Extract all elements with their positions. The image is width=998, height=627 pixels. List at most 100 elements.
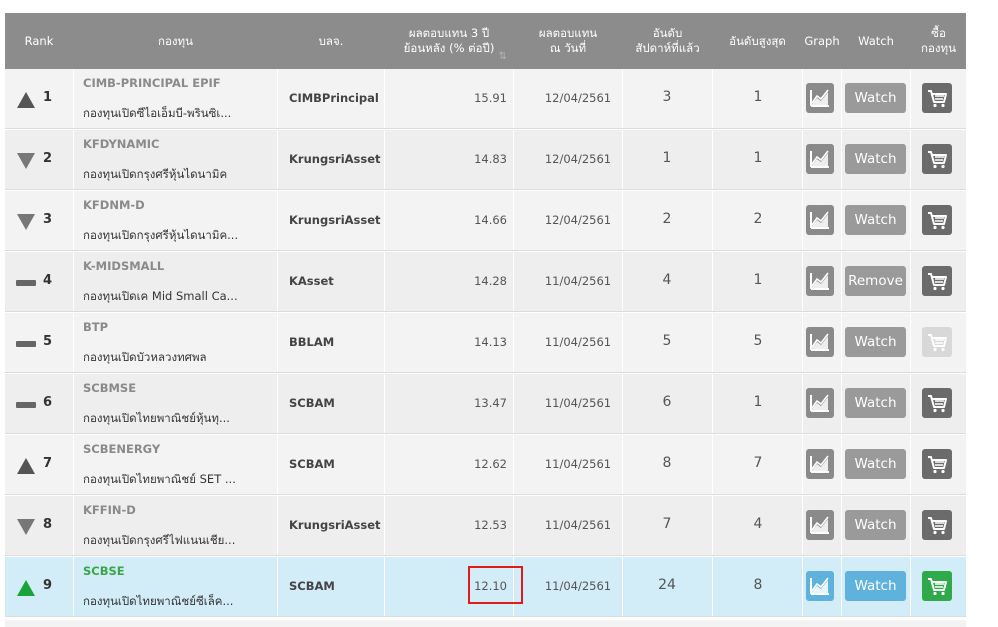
fund-code-link[interactable]: KFFIN-D [83, 503, 136, 517]
graph-button[interactable] [806, 266, 834, 296]
col-divider [277, 191, 278, 250]
shopping-cart-icon [928, 334, 947, 352]
watch-button[interactable]: Remove [845, 266, 906, 296]
col-divider [910, 435, 911, 494]
watch-button[interactable]: Watch [845, 510, 906, 540]
line-chart-icon [810, 394, 829, 412]
buy-button[interactable] [922, 144, 952, 174]
rank-number: 6 [43, 395, 53, 410]
return-3y-value: 15.91 [474, 91, 507, 105]
col-divider [910, 313, 911, 372]
rank-number: 5 [43, 334, 53, 349]
buy-button[interactable] [922, 571, 952, 601]
watch-button[interactable]: Watch [845, 571, 906, 601]
header-best-rank[interactable]: อันดับสูงสุด [713, 13, 802, 69]
header-return-3y[interactable]: ผลตอบแทน 3 ปี ย้อนหลัง (% ต่อปี) ⇅ [385, 13, 513, 69]
line-chart-icon [810, 150, 829, 168]
fund-name: กองทุนเปิดกรุงศรีหุ้นไดนามิค... [83, 228, 239, 242]
amc-name: SCBAM [289, 579, 335, 593]
header-rank[interactable]: Rank [5, 13, 73, 69]
rank-number: 9 [43, 578, 53, 593]
buy-button[interactable] [922, 510, 952, 540]
col-divider [513, 374, 514, 433]
col-divider [73, 69, 74, 128]
asof-date: 12/04/2561 [544, 213, 612, 227]
col-divider [841, 557, 842, 616]
col-divider [73, 496, 74, 555]
top-spacer [5, 0, 966, 13]
header-asof[interactable]: ผลตอบแทนณ วันที่ [514, 13, 622, 69]
col-divider [841, 130, 842, 189]
best-rank: 1 [753, 89, 763, 105]
line-chart-icon [810, 516, 829, 534]
col-divider [277, 557, 278, 616]
col-divider [910, 557, 911, 616]
col-divider [73, 313, 74, 372]
fund-code-link[interactable]: SCBMSE [83, 381, 136, 395]
graph-button[interactable] [806, 388, 834, 418]
sort-icon[interactable]: ⇅ [499, 49, 507, 64]
fund-name: กองทุนเปิดกรุงศรีหุ้นไดนามิค [83, 167, 228, 181]
dash-icon [16, 396, 36, 414]
fund-code-link[interactable]: KFDNM-D [83, 198, 145, 212]
col-divider [841, 69, 842, 128]
return-3y-value: 14.83 [474, 152, 507, 166]
col-divider [841, 252, 842, 311]
week-rank: 4 [662, 272, 672, 288]
graph-button[interactable] [806, 510, 834, 540]
col-divider [73, 557, 74, 616]
graph-button[interactable] [806, 144, 834, 174]
fund-code-link[interactable]: BTP [83, 320, 108, 334]
week-rank: 7 [662, 516, 672, 532]
shopping-cart-icon [928, 273, 947, 291]
table-footer-strip [5, 620, 966, 627]
buy-button[interactable] [922, 449, 952, 479]
rank-number: 3 [43, 212, 53, 227]
watch-button[interactable]: Watch [845, 388, 906, 418]
header-week-rank[interactable]: อันดับ สัปดาห์ที่แล้ว [623, 13, 712, 69]
col-divider [277, 374, 278, 433]
fund-name: กองทุนเปิดเค Mid Small Ca... [83, 289, 238, 303]
buy-button[interactable] [922, 388, 952, 418]
return-3y-value: 12.62 [474, 457, 507, 471]
buy-button[interactable] [922, 83, 952, 113]
shopping-cart-icon [928, 395, 947, 413]
week-rank: 8 [662, 455, 672, 471]
line-chart-icon [810, 333, 829, 351]
watch-button[interactable]: Watch [845, 327, 906, 357]
fund-code-link[interactable]: KFDYNAMIC [83, 137, 160, 151]
annotation-highlight-box [468, 566, 523, 604]
graph-button[interactable] [806, 449, 834, 479]
line-chart-icon [810, 577, 829, 595]
col-divider [910, 496, 911, 555]
graph-button[interactable] [806, 327, 834, 357]
table-row: 2 KFDYNAMIC กองทุนเปิดกรุงศรีหุ้นไดนามิค… [5, 130, 966, 190]
header-fund[interactable]: กองทุน [74, 13, 277, 69]
buy-button [922, 327, 952, 357]
watch-button[interactable]: Watch [845, 83, 906, 113]
asof-date: 11/04/2561 [544, 274, 612, 288]
best-rank: 4 [753, 516, 763, 532]
graph-button[interactable] [806, 571, 834, 601]
header-amc[interactable]: บลจ. [278, 13, 384, 69]
fund-code-link[interactable]: CIMB-PRINCIPAL EPIF [83, 76, 221, 90]
watch-button[interactable]: Watch [845, 449, 906, 479]
graph-button[interactable] [806, 205, 834, 235]
col-divider [277, 130, 278, 189]
week-rank: 3 [662, 89, 672, 105]
table-row: 3 KFDNM-D กองทุนเปิดกรุงศรีหุ้นไดนามิค..… [5, 191, 966, 251]
fund-code-link[interactable]: SCBSE [83, 564, 125, 578]
fund-code-link[interactable]: K-MIDSMALL [83, 259, 164, 273]
graph-button[interactable] [806, 83, 834, 113]
best-rank: 1 [753, 272, 763, 288]
amc-name: KrungsriAsset [289, 152, 381, 166]
buy-button[interactable] [922, 266, 952, 296]
watch-button[interactable]: Watch [845, 205, 906, 235]
asof-date: 11/04/2561 [544, 579, 612, 593]
buy-button[interactable] [922, 205, 952, 235]
watch-button[interactable]: Watch [845, 144, 906, 174]
fund-code-link[interactable]: SCBENERGY [83, 442, 160, 456]
shopping-cart-icon [928, 517, 947, 535]
asof-date: 11/04/2561 [544, 335, 612, 349]
asof-date: 11/04/2561 [544, 457, 612, 471]
